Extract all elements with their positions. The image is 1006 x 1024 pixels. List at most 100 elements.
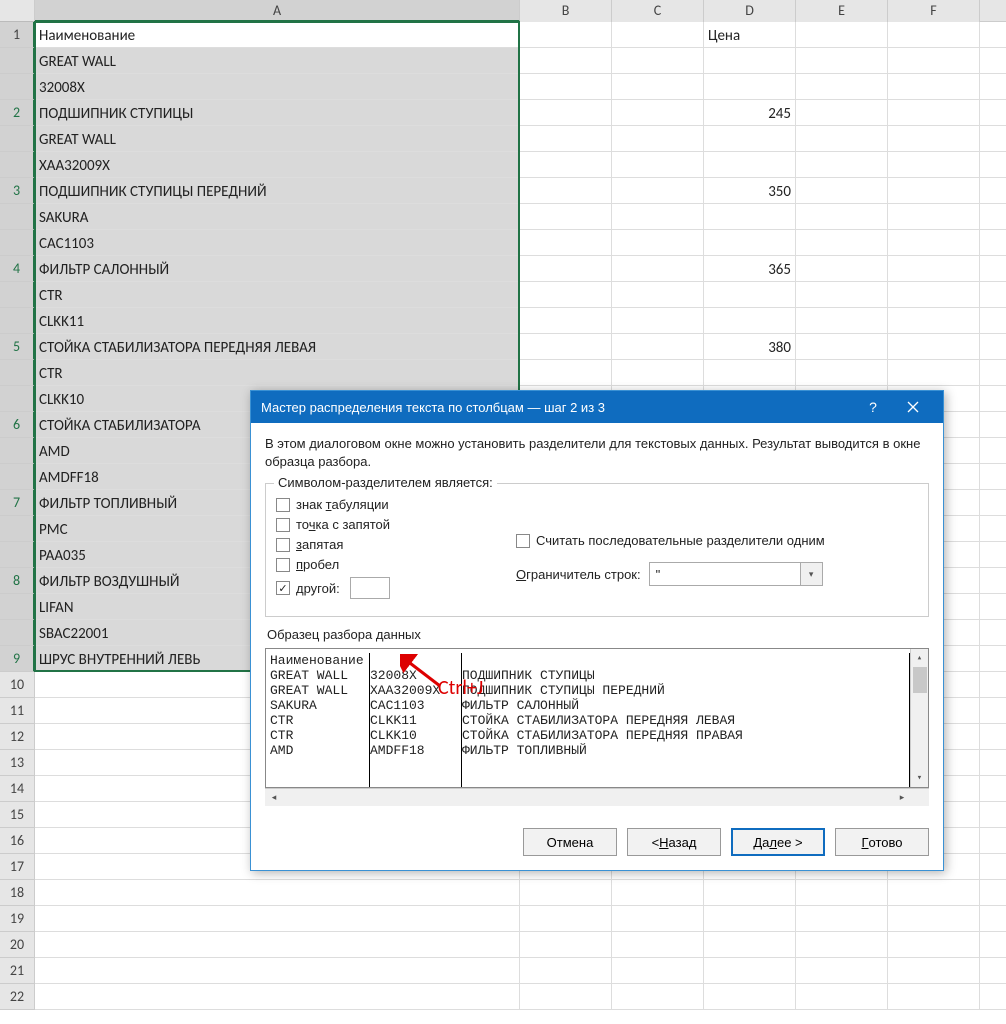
- cell[interactable]: ПОДШИПНИК СТУПИЦЫ: [35, 100, 520, 125]
- cell[interactable]: [796, 100, 888, 125]
- cell[interactable]: [888, 256, 980, 281]
- cell[interactable]: [888, 178, 980, 203]
- checkbox-tab[interactable]: [276, 498, 290, 512]
- cell[interactable]: [612, 22, 704, 47]
- cell[interactable]: [612, 932, 704, 957]
- row-header[interactable]: [0, 48, 35, 74]
- preview-vscroll[interactable]: ▴ ▾: [910, 649, 928, 787]
- cell[interactable]: [796, 308, 888, 333]
- cell[interactable]: [888, 230, 980, 255]
- row-header[interactable]: 3: [0, 178, 35, 204]
- cell[interactable]: [520, 282, 612, 307]
- cell[interactable]: [35, 880, 520, 905]
- help-button[interactable]: ?: [853, 391, 893, 423]
- cell[interactable]: [796, 360, 888, 385]
- cell[interactable]: [888, 126, 980, 151]
- checkbox-comma[interactable]: [276, 538, 290, 552]
- row-header[interactable]: 9: [0, 646, 35, 672]
- row-header[interactable]: 19: [0, 906, 35, 932]
- cell[interactable]: [612, 230, 704, 255]
- row-header[interactable]: 18: [0, 880, 35, 906]
- cell[interactable]: 350: [704, 178, 796, 203]
- col-header-C[interactable]: C: [612, 0, 704, 22]
- cell[interactable]: XAA32009X: [35, 152, 520, 177]
- cell[interactable]: [888, 48, 980, 73]
- row-header[interactable]: 11: [0, 698, 35, 724]
- cell[interactable]: [35, 932, 520, 957]
- checkbox-semicolon[interactable]: [276, 518, 290, 532]
- cell[interactable]: [612, 984, 704, 1009]
- cell[interactable]: [796, 152, 888, 177]
- cell[interactable]: [704, 48, 796, 73]
- cell[interactable]: [520, 126, 612, 151]
- row-header[interactable]: 10: [0, 672, 35, 698]
- cell[interactable]: [520, 308, 612, 333]
- cell[interactable]: [704, 126, 796, 151]
- cell[interactable]: [888, 360, 980, 385]
- cell[interactable]: [888, 74, 980, 99]
- cell[interactable]: GREAT WALL: [35, 48, 520, 73]
- scroll-right-icon[interactable]: ▸: [893, 789, 911, 806]
- row-header[interactable]: 14: [0, 776, 35, 802]
- close-button[interactable]: [893, 391, 933, 423]
- cell[interactable]: [612, 308, 704, 333]
- cell[interactable]: [796, 282, 888, 307]
- cell[interactable]: [520, 256, 612, 281]
- scroll-up-icon[interactable]: ▴: [911, 649, 928, 667]
- row-header[interactable]: [0, 386, 35, 412]
- next-button[interactable]: Далее >: [731, 828, 825, 856]
- cell[interactable]: [796, 880, 888, 905]
- cell[interactable]: [704, 906, 796, 931]
- cell[interactable]: [520, 360, 612, 385]
- col-header-E[interactable]: E: [796, 0, 888, 22]
- cell[interactable]: [704, 204, 796, 229]
- col-header-B[interactable]: B: [520, 0, 612, 22]
- cell[interactable]: [796, 984, 888, 1009]
- cell[interactable]: [888, 100, 980, 125]
- cell[interactable]: [520, 48, 612, 73]
- row-header[interactable]: [0, 620, 35, 646]
- row-header[interactable]: [0, 438, 35, 464]
- cell[interactable]: [796, 334, 888, 359]
- cell[interactable]: [888, 204, 980, 229]
- cell[interactable]: [704, 932, 796, 957]
- other-delimiter-input[interactable]: [350, 577, 390, 599]
- checkbox-space[interactable]: [276, 558, 290, 572]
- cell[interactable]: [520, 22, 612, 47]
- cell[interactable]: SAKURA: [35, 204, 520, 229]
- preview-hscroll[interactable]: ◂ ▸: [265, 788, 929, 806]
- cell[interactable]: [796, 204, 888, 229]
- row-header[interactable]: [0, 516, 35, 542]
- row-header[interactable]: 22: [0, 984, 35, 1010]
- cell[interactable]: [520, 100, 612, 125]
- scroll-thumb[interactable]: [913, 667, 927, 693]
- cell[interactable]: [888, 906, 980, 931]
- cell[interactable]: [888, 984, 980, 1009]
- row-header[interactable]: [0, 74, 35, 100]
- row-header[interactable]: 8: [0, 568, 35, 594]
- cell[interactable]: [704, 880, 796, 905]
- cell[interactable]: [888, 334, 980, 359]
- row-header[interactable]: 21: [0, 958, 35, 984]
- row-header[interactable]: 16: [0, 828, 35, 854]
- scroll-left-icon[interactable]: ◂: [265, 789, 283, 806]
- cell[interactable]: [796, 256, 888, 281]
- cell[interactable]: [612, 74, 704, 99]
- cell[interactable]: [520, 204, 612, 229]
- cell[interactable]: [520, 178, 612, 203]
- cell[interactable]: 32008X: [35, 74, 520, 99]
- cell[interactable]: [796, 48, 888, 73]
- cell[interactable]: [612, 204, 704, 229]
- cell[interactable]: ПОДШИПНИК СТУПИЦЫ ПЕРЕДНИЙ: [35, 178, 520, 203]
- cell[interactable]: [520, 906, 612, 931]
- cell[interactable]: [888, 22, 980, 47]
- cell[interactable]: [520, 880, 612, 905]
- row-header[interactable]: 4: [0, 256, 35, 282]
- cell[interactable]: [612, 100, 704, 125]
- row-header[interactable]: 15: [0, 802, 35, 828]
- dialog-title-bar[interactable]: Мастер распределения текста по столбцам …: [251, 391, 943, 423]
- cell[interactable]: [612, 334, 704, 359]
- cell[interactable]: Цена: [704, 22, 796, 47]
- row-header[interactable]: [0, 594, 35, 620]
- row-header[interactable]: 7: [0, 490, 35, 516]
